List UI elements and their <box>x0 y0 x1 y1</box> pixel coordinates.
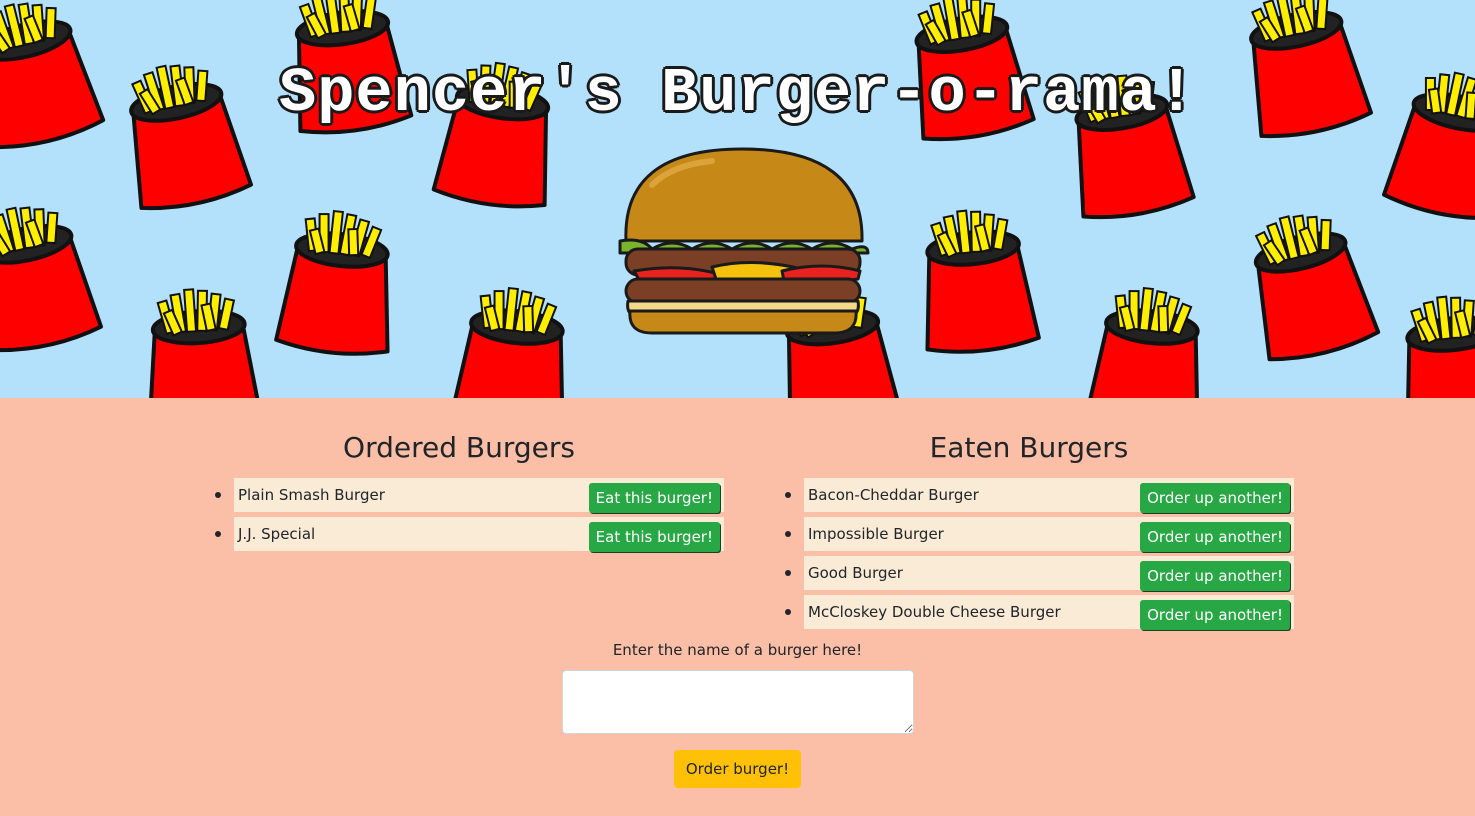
ordered-burgers-section: Ordered Burgers Plain Smash Burger Eat t… <box>194 428 724 556</box>
order-again-button[interactable]: Order up another! <box>1140 561 1290 591</box>
order-again-button[interactable]: Order up another! <box>1140 600 1290 630</box>
fries-icon <box>0 193 105 359</box>
order-burger-form: Enter the name of a burger here! Order b… <box>0 638 1475 788</box>
burger-name-input[interactable] <box>561 670 914 734</box>
fries-icon <box>448 281 579 398</box>
burger-name: Good Burger <box>808 564 903 582</box>
fries-icon <box>1083 281 1214 398</box>
list-item: Plain Smash Burger Eat this burger! <box>215 478 724 513</box>
burger-name: J.J. Special <box>238 525 316 543</box>
eaten-burgers-heading: Eaten Burgers <box>929 431 1129 464</box>
bullet-icon <box>785 531 791 537</box>
burger-name: McCloskey Double Cheese Burger <box>808 603 1061 621</box>
list-item: Good Burger Order up another! <box>785 556 1294 591</box>
burger-name: Bacon-Cheddar Burger <box>808 486 979 504</box>
fries-icon <box>911 202 1042 359</box>
bullet-icon <box>785 492 791 498</box>
order-burger-button[interactable]: Order burger! <box>673 750 802 788</box>
eaten-burgers-list: Bacon-Cheddar Burger Order up another! I… <box>764 478 1294 630</box>
bullet-icon <box>215 492 221 498</box>
ordered-burgers-heading: Ordered Burgers <box>343 431 575 464</box>
fries-icon <box>1235 200 1382 369</box>
ordered-burgers-list: Plain Smash Burger Eat this burger! J.J.… <box>194 478 724 552</box>
eaten-burgers-section: Eaten Burgers Bacon-Cheddar Burger Order… <box>764 428 1294 634</box>
list-item: Bacon-Cheddar Burger Order up another! <box>785 478 1294 513</box>
eat-burger-button[interactable]: Eat this burger! <box>588 483 720 513</box>
fries-icon <box>138 283 264 398</box>
eat-burger-button[interactable]: Eat this burger! <box>588 522 720 552</box>
hero-banner: Spencer's Burger-o-rama! <box>0 0 1475 398</box>
fries-icon <box>273 204 404 361</box>
main-content: Ordered Burgers Plain Smash Burger Eat t… <box>0 398 1475 816</box>
list-item: McCloskey Double Cheese Burger Order up … <box>785 595 1294 630</box>
order-again-button[interactable]: Order up another! <box>1140 483 1290 513</box>
bullet-icon <box>215 531 221 537</box>
burger-name-label: Enter the name of a burger here! <box>612 641 863 659</box>
burger-name: Impossible Burger <box>808 525 944 543</box>
list-item: J.J. Special Eat this burger! <box>215 517 724 552</box>
order-again-button[interactable]: Order up another! <box>1140 522 1290 552</box>
burger-name: Plain Smash Burger <box>238 486 385 504</box>
bullet-icon <box>785 570 791 576</box>
bullet-icon <box>785 609 791 615</box>
list-item: Impossible Burger Order up another! <box>785 517 1294 552</box>
fries-icon <box>1391 288 1475 398</box>
hamburger-icon <box>618 147 870 335</box>
site-title: Spencer's Burger-o-rama! <box>279 58 1196 129</box>
